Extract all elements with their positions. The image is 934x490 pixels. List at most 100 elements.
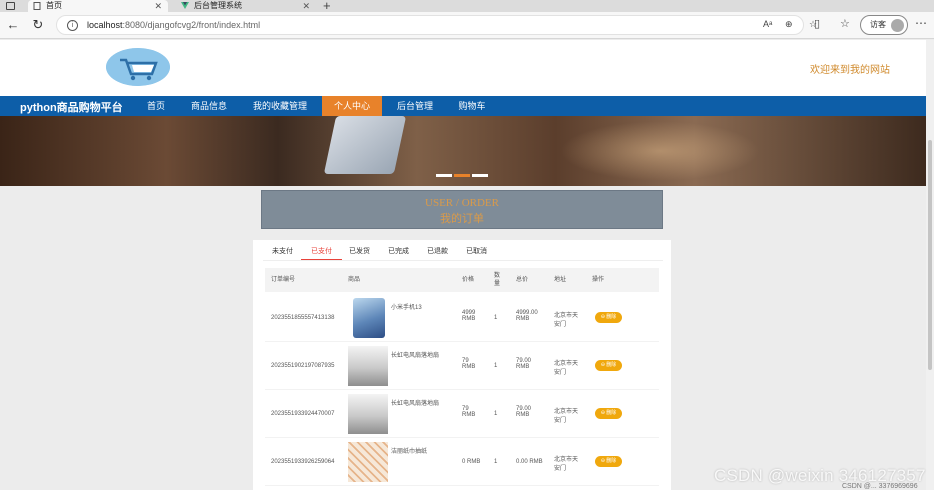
order-no: 2023551933926259064 [271, 459, 335, 465]
price: 79 RMB [462, 406, 476, 418]
browser-tab-admin[interactable]: 后台管理系统 ✕ [176, 0, 316, 12]
tab-refunded[interactable]: 已退款 [427, 246, 448, 260]
quantity: 1 [494, 315, 498, 321]
banner-light [560, 121, 760, 181]
delete-button[interactable]: ⊖ 删除 [595, 312, 622, 323]
order-section-title: USER / ORDER 我的订单 [261, 190, 663, 229]
address: 北京市天 安门 [554, 457, 579, 472]
order-no: 2023551855557413138 [271, 315, 335, 321]
delete-button[interactable]: ⊖ 删除 [595, 360, 622, 371]
product-image[interactable] [353, 298, 385, 338]
col-total: 总价 [516, 277, 529, 283]
product-image[interactable] [348, 394, 388, 434]
col-action: 操作 [592, 277, 605, 283]
product-name[interactable]: 洁丽纸巾抽纸 [391, 446, 427, 455]
price: 79 RMB [462, 358, 476, 370]
product-name[interactable]: 长虹电风扇落地扇 [391, 398, 439, 407]
order-no: 2023551902197087935 [271, 363, 335, 369]
hero-banner [0, 116, 926, 186]
order-title-cn: 我的订单 [440, 213, 484, 225]
window-icon[interactable] [6, 2, 15, 10]
profile-label: 访客 [870, 20, 886, 29]
nav-admin[interactable]: 后台管理 [392, 96, 438, 116]
total: 79.00 RMB [516, 406, 532, 418]
tab-cancelled[interactable]: 已取消 [466, 246, 487, 260]
page-scrollbar[interactable] [926, 40, 934, 490]
quantity: 1 [494, 459, 498, 465]
price: 0 RMB [462, 459, 481, 465]
shopping-cart-logo [106, 48, 170, 86]
vue-logo-icon [181, 2, 189, 9]
url-text: localhost:8080/djangofcvg2/front/index.h… [87, 20, 261, 30]
quantity: 1 [494, 363, 498, 369]
browser-tab-bar: 首页 ✕ 后台管理系统 ✕ + [0, 0, 934, 13]
read-aloud-icon[interactable]: Aᵃ [763, 19, 772, 29]
info-icon[interactable]: i [67, 20, 78, 31]
more-icon[interactable]: ⋯ [915, 16, 927, 30]
delete-button[interactable]: ⊖ 删除 [595, 456, 622, 467]
browser-tab-home[interactable]: 首页 ✕ [28, 0, 168, 12]
order-no: 2023551933924470007 [271, 411, 335, 417]
nav-home[interactable]: 首页 [140, 96, 172, 116]
avatar [891, 19, 904, 32]
close-icon[interactable]: ✕ [302, 0, 310, 12]
total: 79.00 RMB [516, 358, 532, 370]
order-title-en: USER / ORDER [425, 197, 499, 209]
tab-completed[interactable]: 已完成 [388, 246, 409, 260]
carousel-dot[interactable] [436, 174, 452, 177]
col-address: 地址 [554, 277, 567, 283]
tab-paid[interactable]: 已支付 [301, 246, 342, 260]
total: 0.00 RMB [516, 459, 543, 465]
product-image[interactable] [348, 442, 388, 482]
nav-profile[interactable]: 个人中心 [322, 96, 382, 116]
browser-toolbar: ← ↻ i localhost:8080/djangofcvg2/front/i… [0, 12, 934, 39]
product-name[interactable]: 小米手机13 [391, 302, 422, 311]
carousel-dot[interactable] [472, 174, 488, 177]
page-icon [33, 2, 41, 10]
back-icon[interactable]: ← [5, 17, 21, 33]
col-price: 价格 [462, 277, 475, 283]
nav-cart[interactable]: 购物车 [452, 96, 492, 116]
nav-products[interactable]: 商品信息 [186, 96, 232, 116]
banner-phone-image [323, 116, 407, 174]
orders-panel: 未支付 已支付 已发货 已完成 已退款 已取消 订单编号 商品 价格 数量 总价… [253, 240, 671, 490]
table-row: 2023551855557413138 小米手机13 4999 RMB 1 499… [265, 294, 659, 342]
tab-divider [263, 260, 663, 261]
close-icon[interactable]: ✕ [154, 0, 162, 12]
table-row: 2023551933924470007 长虹电风扇落地扇 79 RMB 1 79.… [265, 390, 659, 438]
profile-button[interactable]: 访客 [860, 15, 908, 35]
delete-button[interactable]: ⊖ 删除 [595, 408, 622, 419]
favorites-icon[interactable]: ☆ [840, 17, 850, 30]
split-screen-icon[interactable]: ▯ [814, 17, 820, 30]
table-row: 2023551933926259064 洁丽纸巾抽纸 0 RMB 1 0.00 … [265, 438, 659, 486]
zoom-icon[interactable]: ⊕ [785, 19, 793, 30]
address: 北京市天 安门 [554, 361, 579, 376]
tab-shipped[interactable]: 已发货 [349, 246, 370, 260]
total: 4999.00 RMB [516, 310, 538, 322]
price: 4999 RMB [462, 310, 476, 322]
tab-unpaid[interactable]: 未支付 [272, 246, 293, 260]
nav-favorites[interactable]: 我的收藏管理 [248, 96, 312, 116]
product-name[interactable]: 长虹电风扇落地扇 [391, 350, 439, 359]
col-order-no: 订单编号 [271, 277, 296, 283]
tab-label: 后台管理系统 [194, 1, 242, 10]
col-qty: 数量 [494, 273, 501, 287]
col-product: 商品 [348, 277, 361, 283]
address: 北京市天 安门 [554, 313, 579, 328]
product-image[interactable] [348, 346, 388, 386]
address-bar[interactable]: i localhost:8080/djangofcvg2/front/index… [56, 15, 817, 35]
main-nav: python商品购物平台 首页 商品信息 我的收藏管理 个人中心 后台管理 购物… [0, 96, 926, 116]
page-viewport: 欢迎来到我的网站 python商品购物平台 首页 商品信息 我的收藏管理 个人中… [0, 40, 926, 490]
site-header: 欢迎来到我的网站 [0, 40, 926, 96]
quantity: 1 [494, 411, 498, 417]
address: 北京市天 安门 [554, 409, 579, 424]
carousel-dot-active[interactable] [454, 174, 470, 177]
table-row: 2023551902197087935 长虹电风扇落地扇 79 RMB 1 79.… [265, 342, 659, 390]
tab-label: 首页 [46, 1, 62, 10]
scrollbar-thumb[interactable] [928, 140, 932, 370]
reload-icon[interactable]: ↻ [30, 17, 46, 33]
watermark-small: CSDN @... 3376969696 [842, 483, 918, 490]
welcome-text: 欢迎来到我的网站 [810, 65, 890, 76]
table-header: 订单编号 商品 价格 数量 总价 地址 操作 [265, 268, 659, 292]
site-brand[interactable]: python商品购物平台 [20, 99, 123, 115]
